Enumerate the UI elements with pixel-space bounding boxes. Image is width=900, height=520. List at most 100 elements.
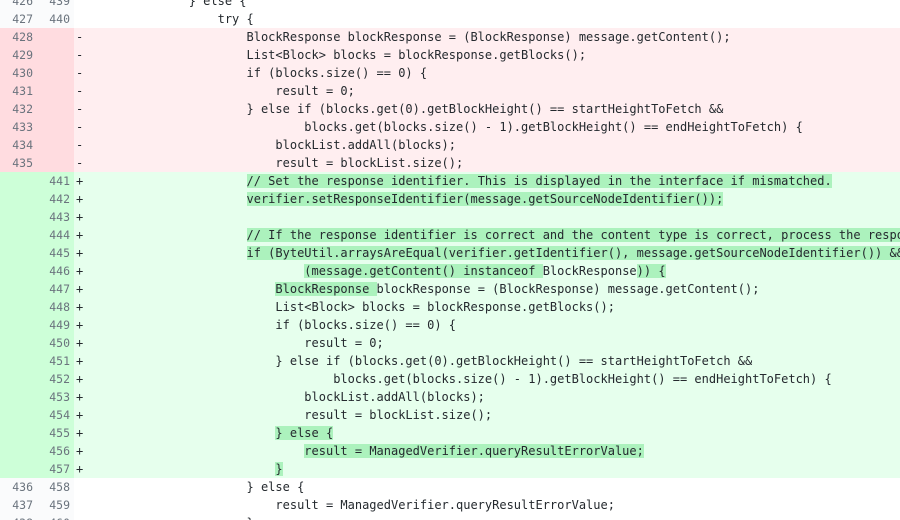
- diff-line-ctx: 426 439 } else {: [0, 0, 900, 10]
- old-line-number[interactable]: 435: [0, 154, 37, 172]
- old-line-number[interactable]: [0, 172, 37, 190]
- new-line-number[interactable]: 441: [37, 172, 74, 190]
- diff-line-add: 448 + List<Block> blocks = blockResponse.…: [0, 298, 900, 316]
- code-text: }: [102, 460, 900, 478]
- new-line-number[interactable]: 455: [37, 424, 74, 442]
- diff-sign: +: [74, 352, 102, 370]
- old-line-number[interactable]: [0, 460, 37, 478]
- new-line-number[interactable]: 450: [37, 334, 74, 352]
- new-line-number[interactable]: 446: [37, 262, 74, 280]
- old-line-number[interactable]: [0, 262, 37, 280]
- diff-line-add: 450 + result = 0;: [0, 334, 900, 352]
- diff-line-add: 441 + // Set the response identifier. Thi…: [0, 172, 900, 190]
- new-line-number[interactable]: [37, 28, 74, 46]
- new-line-number[interactable]: [37, 46, 74, 64]
- new-line-number[interactable]: [37, 154, 74, 172]
- new-line-number[interactable]: 459: [37, 496, 74, 514]
- old-line-number[interactable]: [0, 280, 37, 298]
- old-line-number[interactable]: [0, 406, 37, 424]
- old-line-number[interactable]: [0, 190, 37, 208]
- diff-sign: -: [74, 154, 102, 172]
- old-line-number[interactable]: [0, 244, 37, 262]
- diff-sign: [74, 478, 102, 496]
- old-line-number[interactable]: 428: [0, 28, 37, 46]
- diff-sign: +: [74, 298, 102, 316]
- new-line-number[interactable]: 458: [37, 478, 74, 496]
- old-line-number[interactable]: [0, 208, 37, 226]
- old-line-number[interactable]: [0, 424, 37, 442]
- code-text: } else {: [102, 480, 305, 494]
- old-line-number[interactable]: [0, 370, 37, 388]
- old-line-number[interactable]: [0, 316, 37, 334]
- diff-line-add: 443 +: [0, 208, 900, 226]
- new-line-number[interactable]: 449: [37, 316, 74, 334]
- diff-line-ctx: 427 440 try {: [0, 10, 900, 28]
- diff-sign: +: [74, 316, 102, 334]
- old-line-number[interactable]: 438: [0, 514, 37, 520]
- diff-rows: 426 439 } else {427 440 try {428- BlockRes…: [0, 0, 900, 520]
- new-line-number[interactable]: 448: [37, 298, 74, 316]
- diff-line-add: 442 + verifier.setResponseIdentifier(mess…: [0, 190, 900, 208]
- new-line-number[interactable]: 452: [37, 370, 74, 388]
- changed-text-highlight: (message.getContent() instanceof: [304, 264, 543, 278]
- new-line-number[interactable]: [37, 82, 74, 100]
- code-text: try {: [102, 12, 254, 26]
- code-text: result = ManagedVerifier.queryResultErro…: [102, 442, 900, 460]
- new-line-number[interactable]: [37, 100, 74, 118]
- diff-line-add: 452 + blocks.get(blocks.size() - 1).getBl…: [0, 370, 900, 388]
- old-line-number[interactable]: 434: [0, 136, 37, 154]
- new-line-number[interactable]: 451: [37, 352, 74, 370]
- new-line-number[interactable]: 457: [37, 460, 74, 478]
- changed-text-highlight: BlockResponse: [275, 282, 377, 296]
- code-text: blockList.addAll(blocks);: [102, 136, 900, 154]
- code-text: } else {: [102, 424, 900, 442]
- new-line-number[interactable]: 444: [37, 226, 74, 244]
- old-line-number[interactable]: 431: [0, 82, 37, 100]
- old-line-number[interactable]: 432: [0, 100, 37, 118]
- code-text: result = blockList.size();: [102, 154, 900, 172]
- old-line-number[interactable]: [0, 352, 37, 370]
- diff-line-del: 428 - BlockResponse blockResponse = (Bloc…: [0, 28, 900, 46]
- new-line-number[interactable]: 456: [37, 442, 74, 460]
- diff-sign: +: [74, 208, 102, 226]
- code-text: if (blocks.size() == 0) {: [102, 316, 900, 334]
- diff-sign: -: [74, 100, 102, 118]
- new-line-number[interactable]: 460: [37, 514, 74, 520]
- old-line-number[interactable]: [0, 334, 37, 352]
- old-line-number[interactable]: 427: [0, 10, 37, 28]
- code-segment: blockResponse = (BlockResponse) message.…: [376, 282, 760, 296]
- old-line-number[interactable]: [0, 298, 37, 316]
- diff-line-del: 430 - if (blocks.size() == 0) {: [0, 64, 900, 82]
- diff-line-add: 447 + BlockResponse blockResponse = (Bloc…: [0, 280, 900, 298]
- code-text: result = 0;: [102, 334, 900, 352]
- diff-sign: [74, 496, 102, 514]
- diff-sign: -: [74, 64, 102, 82]
- old-line-number[interactable]: 433: [0, 118, 37, 136]
- diff-line-add: 446 + (message.getContent() instanceof Bl…: [0, 262, 900, 280]
- changed-text-highlight: verifier.setResponseIdentifier(message.g…: [246, 192, 724, 206]
- old-line-number[interactable]: 436: [0, 478, 37, 496]
- diff-line-del: 429 - List<Block> blocks = blockResponse.…: [0, 46, 900, 64]
- old-line-number[interactable]: [0, 442, 37, 460]
- old-line-number[interactable]: 430: [0, 64, 37, 82]
- new-line-number[interactable]: [37, 64, 74, 82]
- new-line-number[interactable]: 442: [37, 190, 74, 208]
- new-line-number[interactable]: 443: [37, 208, 74, 226]
- old-line-number[interactable]: 437: [0, 496, 37, 514]
- diff-sign: -: [74, 136, 102, 154]
- new-line-number[interactable]: 453: [37, 388, 74, 406]
- new-line-number[interactable]: 440: [37, 10, 74, 28]
- new-line-number[interactable]: 439: [37, 0, 74, 10]
- old-line-number[interactable]: 429: [0, 46, 37, 64]
- new-line-number[interactable]: 445: [37, 244, 74, 262]
- new-line-number[interactable]: 454: [37, 406, 74, 424]
- new-line-number[interactable]: [37, 118, 74, 136]
- new-line-number[interactable]: 447: [37, 280, 74, 298]
- code-text: [102, 208, 900, 226]
- new-line-number[interactable]: [37, 136, 74, 154]
- code-text: // If the response identifier is correct…: [102, 226, 900, 244]
- diff-line-ctx: 437 459 result = ManagedVerifier.queryRes…: [0, 496, 900, 514]
- old-line-number[interactable]: [0, 388, 37, 406]
- old-line-number[interactable]: 426: [0, 0, 37, 10]
- old-line-number[interactable]: [0, 226, 37, 244]
